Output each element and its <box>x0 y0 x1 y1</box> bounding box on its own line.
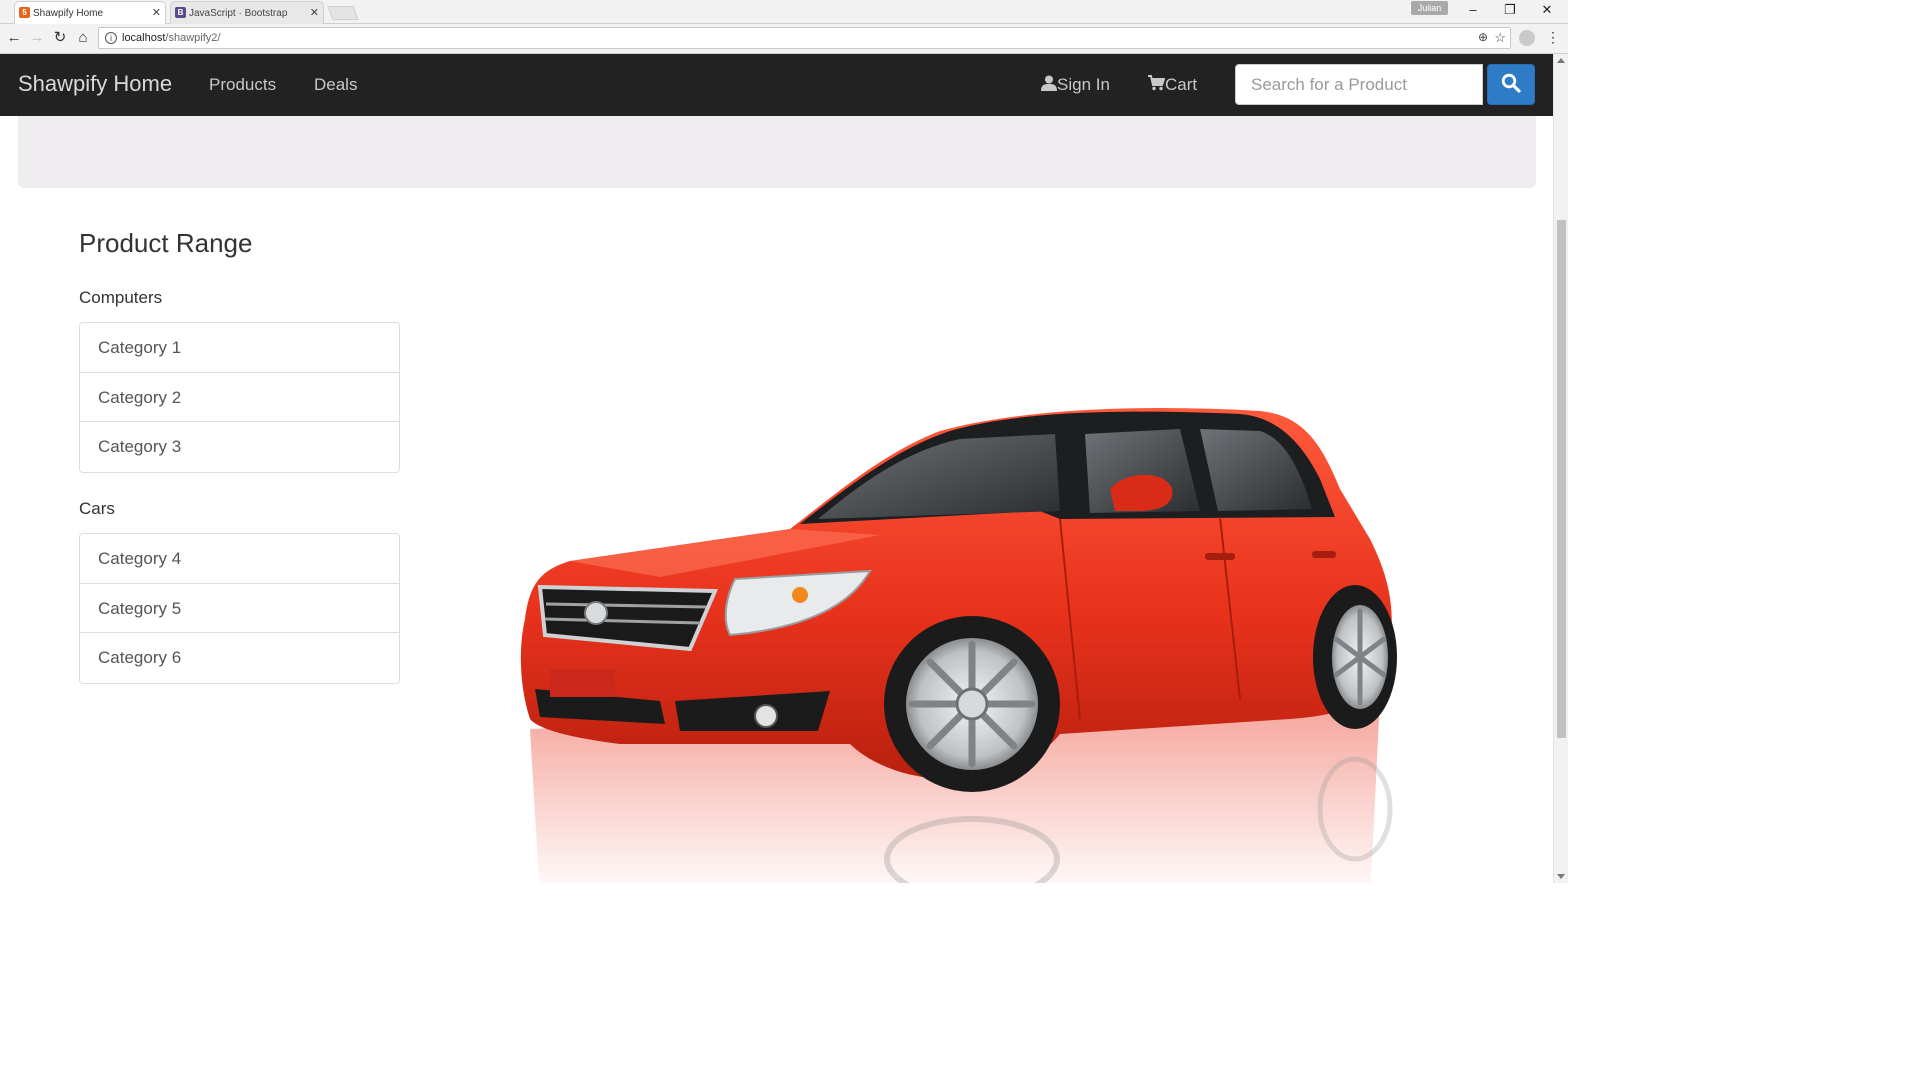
scroll-up-arrow-icon[interactable] <box>1557 58 1565 63</box>
group-heading-cars: Cars <box>79 499 115 518</box>
cars-list-group: Category 4 Category 5 Category 6 <box>79 533 400 684</box>
zoom-icon[interactable]: ⊕ <box>1478 30 1488 44</box>
info-icon[interactable]: i <box>105 32 117 44</box>
site-navbar: Shawpify Home Products Deals Sign In Car… <box>0 54 1553 116</box>
close-icon[interactable]: ✕ <box>152 6 161 19</box>
html5-icon: 5 <box>19 7 30 18</box>
sign-in-label: Sign In <box>1057 75 1110 94</box>
url-path: /shawpify2/ <box>165 32 221 44</box>
home-icon[interactable]: ⌂ <box>74 29 92 47</box>
url-text: localhost/shawpify2/ <box>122 32 220 44</box>
sign-in-link[interactable]: Sign In <box>1041 75 1110 95</box>
list-item-category-4[interactable]: Category 4 <box>80 534 399 584</box>
tab-javascript-bootstrap[interactable]: B JavaScript · Bootstrap ✕ <box>170 1 324 24</box>
forward-icon[interactable]: → <box>28 29 46 47</box>
window-close-icon[interactable]: ✕ <box>1537 2 1557 18</box>
tab-shawpify-home[interactable]: 5 Shawpify Home ✕ <box>14 1 166 24</box>
list-item-category-3[interactable]: Category 3 <box>80 422 399 472</box>
list-item-category-6[interactable]: Category 6 <box>80 633 399 683</box>
jumbotron-banner <box>18 116 1536 188</box>
browser-menu-icon[interactable]: ⋮ <box>1546 29 1560 46</box>
featured-car-image <box>520 408 1397 883</box>
cart-link[interactable]: Cart <box>1148 75 1197 95</box>
computers-list-group: Category 1 Category 2 Category 3 <box>79 322 400 473</box>
page-viewport: Shawpify Home Products Deals Sign In Car… <box>0 54 1553 883</box>
cart-label: Cart <box>1165 75 1198 94</box>
url-host: localhost <box>122 32 166 44</box>
nav-link-products[interactable]: Products <box>209 75 276 95</box>
product-search-input[interactable] <box>1235 64 1483 105</box>
list-item-category-1[interactable]: Category 1 <box>80 323 399 373</box>
cart-icon <box>1148 75 1166 91</box>
back-icon[interactable]: ← <box>5 29 23 47</box>
tab-strip: 5 Shawpify Home ✕ B JavaScript · Bootstr… <box>0 0 1568 24</box>
close-icon[interactable]: ✕ <box>310 6 319 19</box>
reload-icon[interactable]: ↻ <box>51 29 69 47</box>
search-icon <box>1501 73 1521 93</box>
scrollbar-thumb[interactable] <box>1557 220 1566 738</box>
brand-link[interactable]: Shawpify Home <box>18 71 172 97</box>
tab-title: JavaScript · Bootstrap <box>189 7 288 19</box>
bootstrap-icon: B <box>175 7 186 18</box>
nav-link-deals[interactable]: Deals <box>314 75 357 95</box>
tab-title: Shawpify Home <box>33 7 104 19</box>
list-item-category-5[interactable]: Category 5 <box>80 584 399 633</box>
extension-icon[interactable] <box>1519 30 1535 46</box>
page-scrollbar[interactable] <box>1553 54 1568 883</box>
address-toolbar: ← → ↻ ⌂ i localhost/shawpify2/ ⊕ ☆ ⋮ <box>0 24 1568 54</box>
list-item-category-2[interactable]: Category 2 <box>80 373 399 422</box>
profile-badge[interactable]: Julian <box>1411 1 1448 15</box>
minimize-icon[interactable]: – <box>1463 2 1483 17</box>
scroll-down-arrow-icon[interactable] <box>1557 874 1565 879</box>
restore-icon[interactable]: ❐ <box>1500 2 1520 18</box>
user-icon <box>1041 75 1057 91</box>
new-tab-button[interactable] <box>327 6 359 20</box>
search-button[interactable] <box>1487 64 1535 105</box>
group-heading-computers: Computers <box>79 288 163 307</box>
url-bar[interactable]: i localhost/shawpify2/ ⊕ ☆ <box>98 27 1511 49</box>
bookmark-star-icon[interactable]: ☆ <box>1494 30 1506 46</box>
product-range-heading: Product Range <box>79 228 253 258</box>
